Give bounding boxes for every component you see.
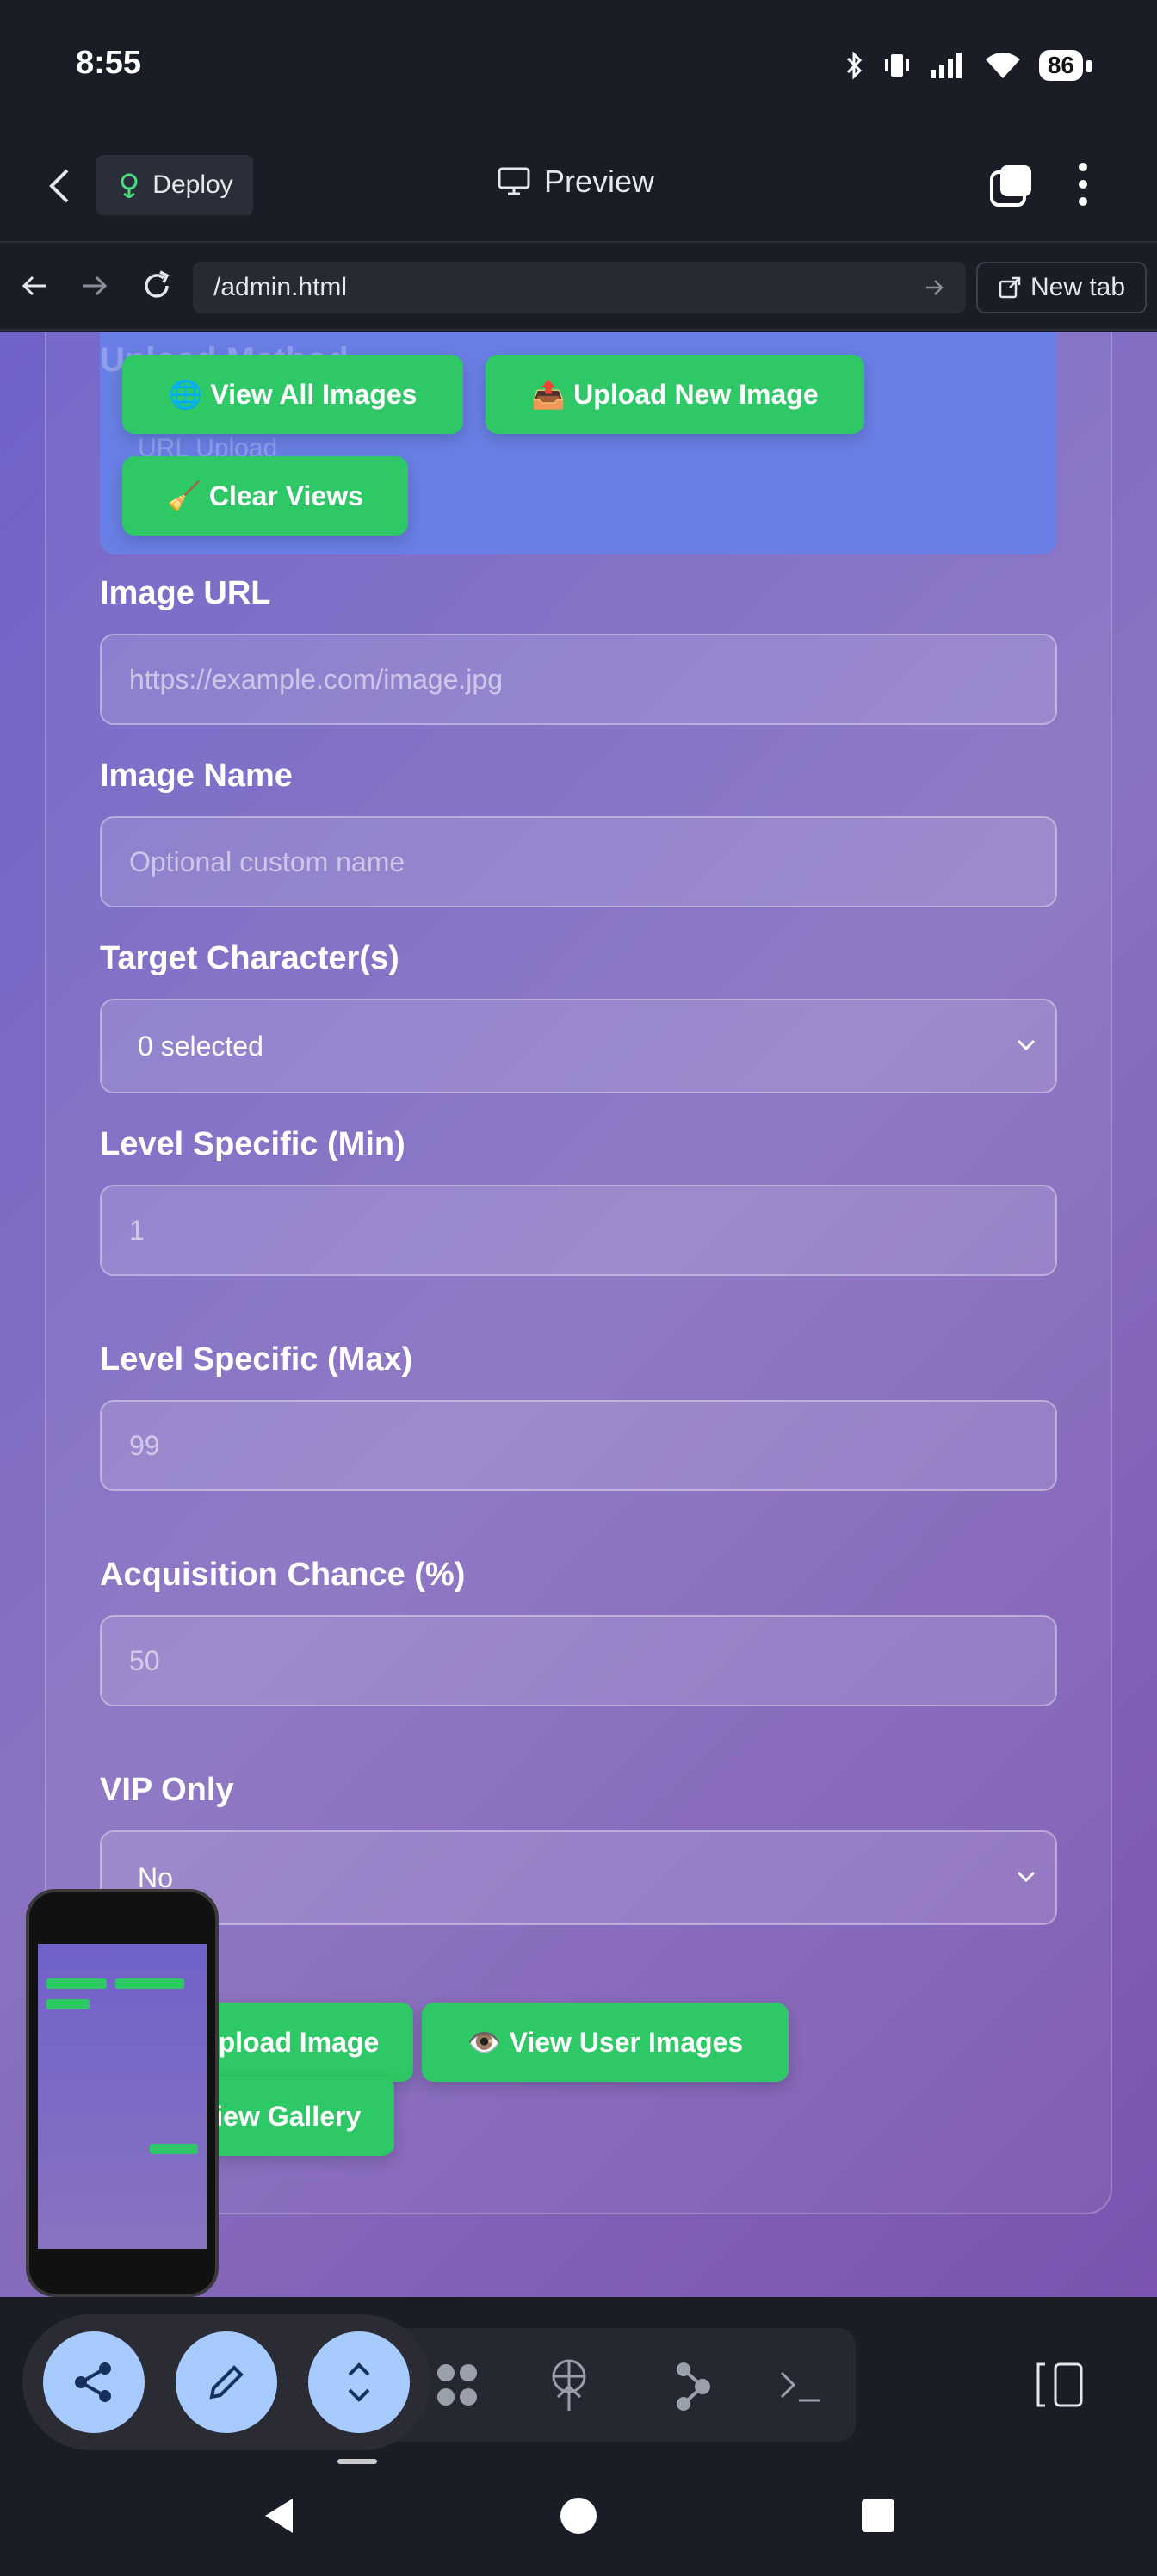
clear-views-button[interactable]: 🧹 Clear Views [122,456,408,536]
network-icon[interactable] [548,2357,591,2412]
deploy-icon [121,173,138,198]
bluetooth-icon [846,51,862,80]
target-character-value: 0 selected [138,1030,263,1062]
share-button[interactable] [43,2331,145,2433]
image-name-input[interactable]: Optional custom name [100,816,1057,907]
target-character-select[interactable]: 0 selected [100,999,1057,1093]
upload-new-image-button[interactable]: 📤 Upload New Image [486,355,864,434]
expand-vertical-icon [348,2362,370,2402]
gesture-handle [337,2459,377,2464]
nav-recents-icon[interactable] [861,2499,895,2533]
more-options-icon[interactable] [1078,162,1088,207]
system-nav-bar [0,2471,1157,2576]
image-name-label: Image Name [100,758,293,794]
image-url-label: Image URL [100,575,271,611]
vibrate-icon [884,54,909,77]
vip-only-select[interactable]: No [100,1830,1057,1925]
browser-forward-icon[interactable] [79,270,110,301]
vip-only-label: VIP Only [100,1772,234,1808]
thumbnail-button [150,2144,198,2154]
acquisition-chance-label: Acquisition Chance (%) [100,1557,466,1593]
go-arrow-icon[interactable] [923,276,947,300]
nav-home-icon[interactable] [560,2497,597,2535]
deploy-label: Deploy [152,170,233,199]
thumbnail-button [46,1999,90,2009]
status-bar: 8:55 86 [0,0,1157,129]
thumbnail-preview [38,1944,207,2249]
deploy-button[interactable]: Deploy [96,155,253,215]
new-tab-button[interactable]: New tab [976,262,1147,313]
acquisition-chance-input[interactable]: 50 [100,1615,1057,1706]
split-screen-icon[interactable] [1033,2359,1088,2411]
chevron-down-icon [1017,1039,1036,1051]
battery-level: 86 [1038,50,1092,81]
thumbnail-button [46,1978,107,1989]
browser-bar: /admin.html New tab [0,245,1157,331]
level-min-input[interactable]: 1 [100,1185,1057,1276]
level-max-label: Level Specific (Max) [100,1341,413,1378]
wifi-icon [985,53,1020,78]
share-icon [75,2362,111,2402]
status-icons: 86 [845,46,1092,84]
nav-back-icon[interactable] [262,2497,296,2535]
screenshot-thumbnail[interactable] [26,1889,219,2297]
chevron-down-icon [1017,1871,1036,1883]
reload-icon[interactable] [139,269,174,303]
browser-back-icon[interactable] [19,270,50,301]
new-tab-label: New tab [1030,273,1126,301]
external-link-icon [999,276,1021,299]
level-max-input[interactable]: 99 [100,1400,1057,1491]
expand-button[interactable] [308,2331,410,2433]
preview-label: Preview [544,164,655,199]
level-min-label: Level Specific (Min) [100,1126,405,1162]
back-arrow-icon[interactable] [45,167,79,205]
thumbnail-button [115,1978,184,1989]
pencil-icon [209,2365,244,2400]
tool-dock [386,2328,856,2442]
tabs-icon[interactable] [988,164,1035,210]
branch-icon[interactable] [675,2361,713,2412]
blocks-icon[interactable] [434,2361,487,2411]
monitor-icon [498,167,530,195]
url-field[interactable]: /admin.html [193,262,966,313]
url-text: /admin.html [213,273,348,301]
signal-icon [930,53,962,78]
floating-action-group [22,2314,430,2450]
edit-button[interactable] [176,2331,277,2433]
app-bar: Deploy Preview [0,129,1157,243]
terminal-icon[interactable] [778,2369,821,2404]
view-user-images-button[interactable]: 👁️ View User Images [422,2003,789,2082]
image-url-input[interactable]: https://example.com/image.jpg [100,634,1057,725]
target-character-label: Target Character(s) [100,940,399,976]
preview-title: Preview [498,164,654,200]
status-time: 8:55 [76,45,142,81]
view-all-images-button[interactable]: 🌐 View All Images [122,355,463,434]
